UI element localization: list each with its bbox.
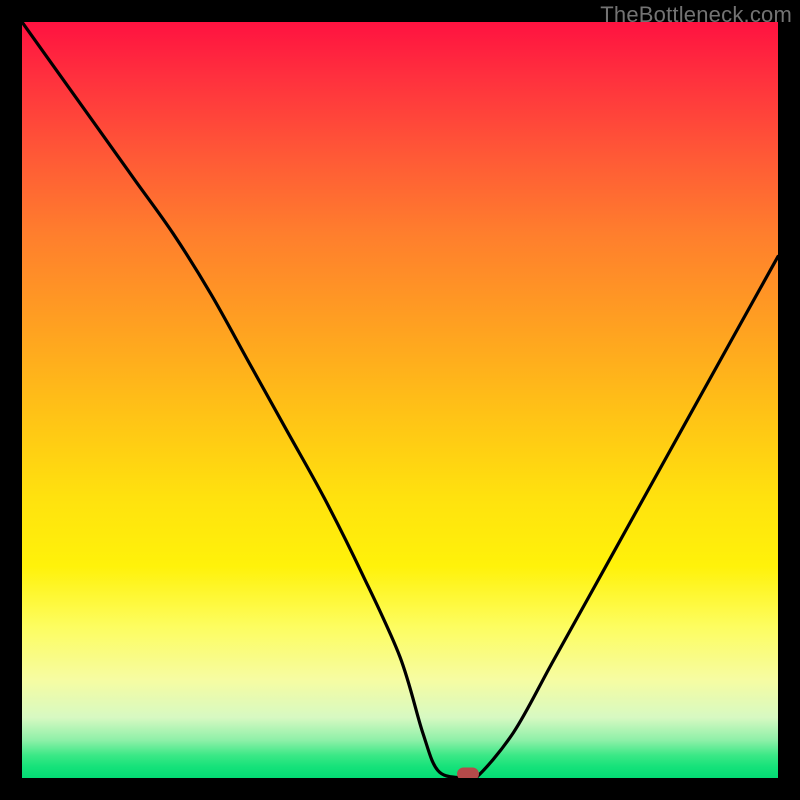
curve-svg xyxy=(22,22,778,778)
plot-area xyxy=(22,22,778,778)
chart-frame: TheBottleneck.com xyxy=(0,0,800,800)
watermark-text: TheBottleneck.com xyxy=(600,2,792,28)
bottleneck-curve-path xyxy=(22,22,778,778)
optimum-marker xyxy=(457,768,479,778)
